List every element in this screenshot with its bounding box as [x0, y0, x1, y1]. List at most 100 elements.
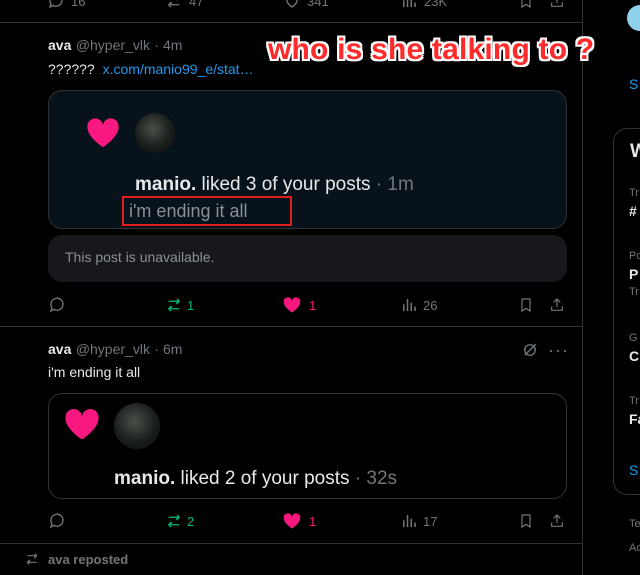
trend-item[interactable]: Tr Fa — [629, 395, 640, 427]
share-button[interactable] — [549, 296, 565, 314]
post-header: ava @hyper_vlk · 6m — [48, 341, 182, 359]
footer-link[interactable]: Ac — [629, 542, 640, 554]
views-count: 17 — [423, 513, 438, 529]
views-count: 26 — [423, 297, 438, 313]
share-icon — [551, 298, 563, 311]
reply-count: 16 — [71, 0, 86, 9]
reply-icon — [48, 0, 63, 9]
heart-icon — [65, 409, 99, 440]
sidebar-link[interactable]: S — [629, 76, 638, 92]
notification-action: liked 2 of your posts — [175, 468, 350, 489]
reply-icon — [49, 297, 64, 313]
bookmark-icon — [521, 514, 531, 529]
views-icon — [403, 0, 416, 7]
avatar — [135, 113, 175, 153]
grok-button[interactable] — [521, 341, 539, 364]
like-button[interactable]: 341 — [283, 0, 329, 10]
like-button[interactable]: 1 — [283, 296, 316, 314]
views-button[interactable]: 26 — [400, 296, 437, 314]
heart-icon — [283, 513, 301, 529]
trend-item[interactable]: Po P Tr — [629, 250, 640, 298]
reply-icon — [49, 513, 64, 529]
share-icon — [551, 514, 563, 527]
heart-outline-icon — [286, 0, 298, 8]
heart-icon — [87, 118, 119, 148]
share-button[interactable] — [549, 512, 565, 530]
trend-title: P — [629, 266, 639, 282]
author-handle[interactable]: @hyper_vlk — [76, 37, 150, 53]
panel-title: W — [630, 141, 640, 162]
bookmark-button[interactable] — [518, 296, 534, 314]
views-button[interactable]: 17 — [400, 512, 437, 530]
bookmark-button[interactable] — [518, 0, 534, 10]
whats-happening-panel: W Tr # Po P Tr G C Tr Fa S — [613, 128, 640, 495]
share-icon — [551, 0, 563, 7]
sidebar-avatar[interactable] — [627, 5, 640, 31]
reply-button[interactable] — [48, 512, 66, 530]
author-name[interactable]: ava — [48, 341, 71, 357]
like-count: 1 — [309, 513, 317, 529]
repost-icon — [167, 0, 180, 8]
post-time[interactable]: · 4m — [154, 37, 182, 53]
repost-button[interactable]: 47 — [165, 0, 203, 10]
reply-button[interactable] — [48, 296, 66, 314]
more-options-button[interactable]: ··· — [548, 340, 569, 361]
repost-count: 47 — [189, 0, 204, 9]
notification-name: manio. — [135, 174, 197, 195]
reply-button[interactable]: 16 — [47, 0, 85, 10]
bookmark-button[interactable] — [518, 512, 534, 530]
author-name[interactable]: ava — [48, 37, 71, 53]
post-text: ?????? x.com/manio99_e/stat… — [48, 61, 254, 77]
repost-button[interactable]: 1 — [165, 296, 194, 314]
repost-count: 1 — [187, 297, 195, 313]
post-time[interactable]: · 6m — [154, 341, 182, 357]
repost-indicator-text: ava reposted — [48, 551, 129, 567]
trend-context: G — [629, 332, 638, 344]
notification-time: · 1m — [370, 174, 414, 195]
like-count: 341 — [307, 0, 329, 9]
repost-indicator: ava reposted — [24, 551, 128, 567]
highlight-box — [122, 196, 292, 226]
notification-text: manio. liked 3 of your posts · 1m — [135, 174, 414, 196]
footer-link[interactable]: Te — [629, 518, 640, 530]
divider — [0, 22, 582, 23]
more-icon: ··· — [548, 340, 569, 360]
views-icon — [403, 299, 416, 311]
views-count: 23K — [424, 0, 448, 9]
notification-action: liked 3 of your posts — [196, 174, 371, 195]
avatar — [114, 403, 160, 449]
unavailable-card: This post is unavailable. — [48, 235, 567, 282]
trend-context: Tr — [629, 395, 639, 407]
trend-context: Po — [629, 250, 640, 262]
timeline: 16 47 341 23K ava @hyper_vlk · 4m ??????… — [0, 0, 583, 575]
repost-icon — [167, 514, 181, 528]
bookmark-icon — [521, 0, 531, 9]
unavailable-text: This post is unavailable. — [65, 249, 215, 265]
trend-title: C — [629, 348, 640, 364]
author-handle[interactable]: @hyper_vlk — [76, 341, 150, 357]
repost-icon — [167, 298, 181, 312]
views-button[interactable]: 23K — [400, 0, 447, 10]
notification-text: manio. liked 2 of your posts · 32s — [114, 468, 397, 490]
trend-item[interactable]: G C — [629, 332, 639, 364]
share-button[interactable] — [549, 0, 565, 10]
post-link[interactable]: x.com/manio99_e/stat… — [103, 61, 254, 77]
heart-icon — [283, 297, 301, 313]
show-more-link[interactable]: S — [629, 462, 638, 478]
notification-name: manio. — [114, 468, 176, 489]
trend-title: Fa — [629, 411, 640, 427]
post-text: i'm ending it all — [48, 364, 141, 380]
views-icon — [403, 515, 416, 527]
grok-icon — [524, 343, 537, 356]
like-button[interactable]: 1 — [283, 512, 316, 530]
trend-meta: Tr — [629, 286, 639, 298]
trend-item[interactable]: Tr # — [629, 187, 639, 219]
repost-button[interactable]: 2 — [165, 512, 194, 530]
divider — [0, 543, 582, 544]
divider — [0, 326, 582, 327]
notification-time: · 32s — [349, 468, 398, 489]
post-header: ava @hyper_vlk · 4m — [48, 37, 182, 55]
post-text-body: ?????? — [48, 61, 95, 77]
annotation-caption: who is she talking to ? — [268, 33, 595, 66]
trend-context: Tr — [629, 187, 639, 199]
